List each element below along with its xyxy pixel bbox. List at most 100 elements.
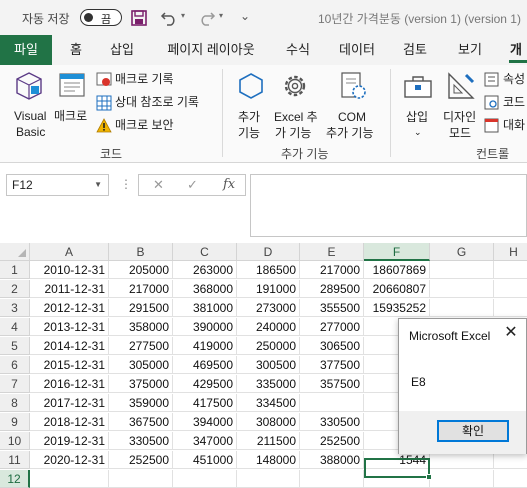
cell-a5[interactable]: 2014-12-31 [30, 337, 109, 355]
row-header[interactable]: 11 [0, 451, 30, 469]
properties-button[interactable]: 속성 [484, 71, 527, 89]
redo-icon[interactable] [198, 9, 216, 26]
enter-icon[interactable]: ✓ [187, 177, 198, 193]
column-header-f[interactable]: F [364, 243, 430, 261]
run-dialog-button[interactable]: 대화 [484, 117, 527, 135]
cell-a8[interactable]: 2017-12-31 [30, 394, 109, 412]
cell-c3[interactable]: 381000 [173, 299, 237, 317]
cell-d8[interactable]: 334500 [237, 394, 300, 412]
cell-a3[interactable]: 2012-12-31 [30, 299, 109, 317]
autosave-toggle[interactable]: 끔 [80, 9, 122, 26]
undo-dropdown-icon[interactable]: ▾ [181, 11, 185, 20]
column-header-c[interactable]: C [173, 243, 237, 261]
cell-c6[interactable]: 469500 [173, 356, 237, 374]
addins-button[interactable]: 추가 기능 [232, 69, 268, 141]
tab-data[interactable]: 데이터 [332, 35, 382, 65]
save-icon[interactable] [131, 10, 147, 26]
cell-d11[interactable]: 148000 [237, 451, 300, 469]
cell-b2[interactable]: 217000 [109, 280, 173, 298]
tab-insert[interactable]: 삽입 [102, 35, 142, 65]
cell-a2[interactable]: 2011-12-31 [30, 280, 109, 298]
cell-b1[interactable]: 205000 [109, 261, 173, 279]
row-header[interactable]: 7 [0, 375, 30, 393]
insert-control-button[interactable]: 삽입 ⌄ [400, 69, 436, 141]
cell-b7[interactable]: 375000 [109, 375, 173, 393]
column-header-a[interactable]: A [30, 243, 109, 261]
cell-c9[interactable]: 394000 [173, 413, 237, 431]
row-header[interactable]: 3 [0, 299, 30, 317]
cell-d7[interactable]: 335000 [237, 375, 300, 393]
row-header[interactable]: 1 [0, 261, 30, 279]
cell-a6[interactable]: 2015-12-31 [30, 356, 109, 374]
cell-c4[interactable]: 390000 [173, 318, 237, 336]
cell-c5[interactable]: 419000 [173, 337, 237, 355]
ok-button[interactable]: 확인 [437, 420, 509, 442]
tab-view[interactable]: 보기 [450, 35, 490, 65]
cell-b5[interactable]: 277500 [109, 337, 173, 355]
cell-c2[interactable]: 368000 [173, 280, 237, 298]
cell-d5[interactable]: 250000 [237, 337, 300, 355]
row-header[interactable]: 9 [0, 413, 30, 431]
record-macro-button[interactable]: 매크로 기록 [96, 71, 216, 89]
cell-d2[interactable]: 191000 [237, 280, 300, 298]
cell-c1[interactable]: 263000 [173, 261, 237, 279]
row-header[interactable]: 5 [0, 337, 30, 355]
tab-review[interactable]: 검토 [397, 35, 433, 65]
cell-h3[interactable] [494, 299, 527, 317]
column-header-h[interactable]: H [494, 243, 527, 261]
undo-icon[interactable] [160, 9, 178, 26]
cell-e3[interactable]: 355500 [300, 299, 364, 317]
redo-dropdown-icon[interactable]: ▾ [219, 11, 223, 20]
cell-h1[interactable] [494, 261, 527, 279]
formula-input[interactable] [250, 174, 527, 237]
cell-e12[interactable] [300, 470, 364, 488]
cell-e9[interactable]: 330500 [300, 413, 364, 431]
cell-a1[interactable]: 2010-12-31 [30, 261, 109, 279]
row-header[interactable]: 10 [0, 432, 30, 450]
column-header-d[interactable]: D [237, 243, 300, 261]
cell-e7[interactable]: 357500 [300, 375, 364, 393]
cell-e6[interactable]: 377500 [300, 356, 364, 374]
cell-c12[interactable] [173, 470, 237, 488]
cell-h12[interactable] [494, 470, 527, 488]
cell-e11[interactable]: 388000 [300, 451, 364, 469]
view-code-button[interactable]: 코드 [484, 94, 527, 112]
tab-formulas[interactable]: 수식 [280, 35, 316, 65]
cell-f2[interactable]: 20660807 [364, 280, 430, 298]
cell-b4[interactable]: 358000 [109, 318, 173, 336]
cell-e4[interactable]: 277000 [300, 318, 364, 336]
cancel-icon[interactable]: ✕ [153, 177, 164, 193]
cell-d4[interactable]: 240000 [237, 318, 300, 336]
excel-addins-button[interactable]: Excel 추 가 기능 [270, 69, 322, 141]
cell-f3[interactable]: 15935252 [364, 299, 430, 317]
name-box[interactable]: F12 ▼ [6, 174, 109, 196]
row-header[interactable]: 12 [0, 470, 30, 488]
cell-c10[interactable]: 347000 [173, 432, 237, 450]
formula-bar-grip-icon[interactable]: ⋮ [120, 177, 132, 191]
cell-a4[interactable]: 2013-12-31 [30, 318, 109, 336]
row-header[interactable]: 8 [0, 394, 30, 412]
column-header-e[interactable]: E [300, 243, 364, 261]
com-addins-button[interactable]: COM 추가 기능 [324, 69, 382, 141]
tab-page-layout[interactable]: 페이지 레이아웃 [156, 35, 266, 65]
cell-b3[interactable]: 291500 [109, 299, 173, 317]
cell-b10[interactable]: 330500 [109, 432, 173, 450]
row-header[interactable]: 6 [0, 356, 30, 374]
cell-c11[interactable]: 451000 [173, 451, 237, 469]
cell-b11[interactable]: 252500 [109, 451, 173, 469]
tab-developer[interactable]: 개발 [505, 35, 527, 65]
cell-e1[interactable]: 217000 [300, 261, 364, 279]
tab-home[interactable]: 홈 [60, 35, 92, 65]
tab-file[interactable]: 파일 [0, 35, 52, 65]
macro-security-button[interactable]: 매크로 보안 [96, 117, 216, 135]
cell-h2[interactable] [494, 280, 527, 298]
cell-a12[interactable] [30, 470, 109, 488]
cell-c8[interactable]: 417500 [173, 394, 237, 412]
row-header[interactable]: 4 [0, 318, 30, 336]
cell-f1[interactable]: 18607869 [364, 261, 430, 279]
customize-qat-icon[interactable]: ⌄ [240, 9, 250, 23]
cell-g1[interactable] [430, 261, 494, 279]
cell-b9[interactable]: 367500 [109, 413, 173, 431]
cell-e5[interactable]: 306500 [300, 337, 364, 355]
cell-b12[interactable] [109, 470, 173, 488]
